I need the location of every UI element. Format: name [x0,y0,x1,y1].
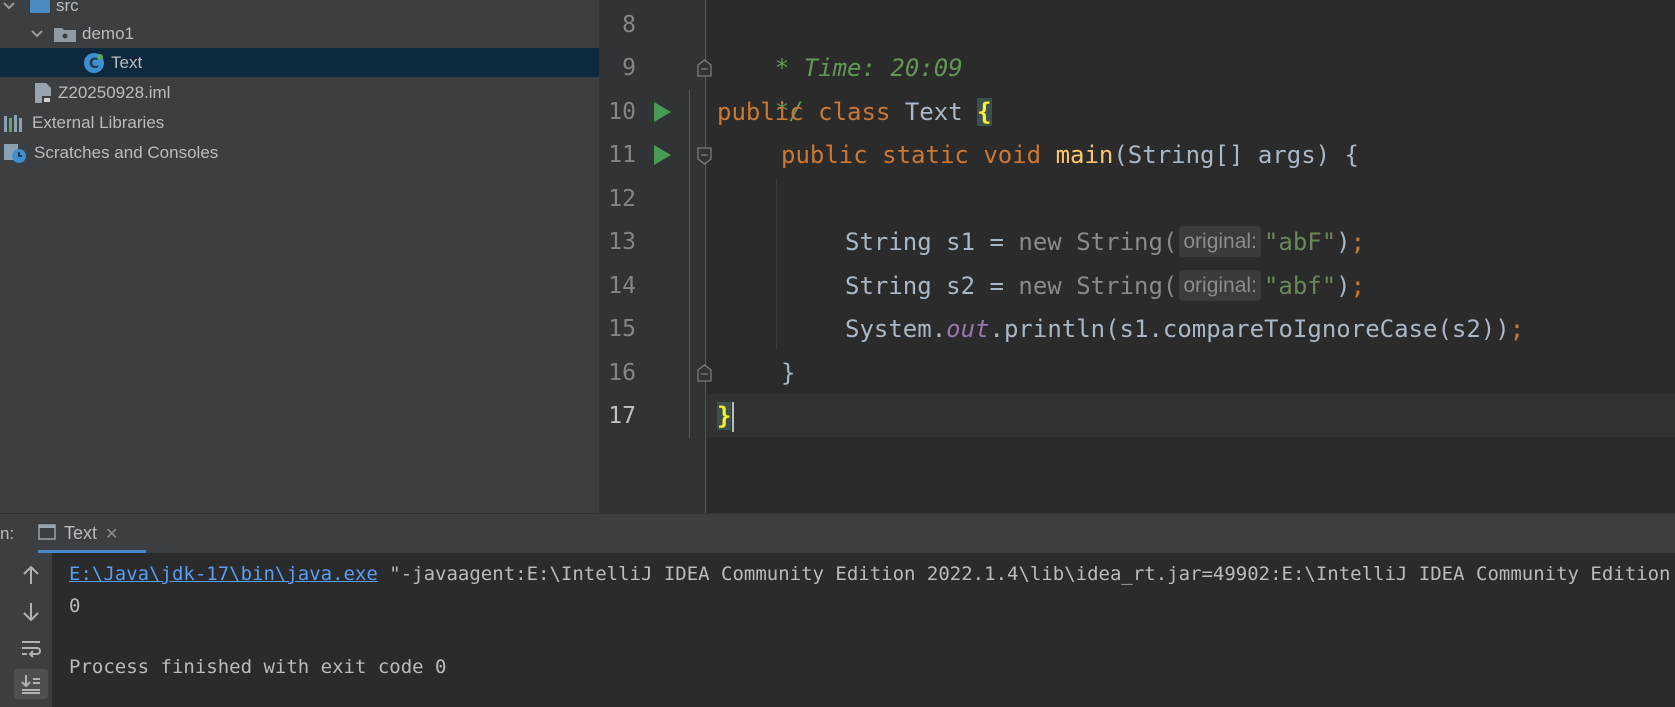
code-line-8: * Time: 20:09 [774,54,963,82]
code-line-10: public class Text { [717,98,992,126]
console-icon [38,523,56,544]
tree-item-external-libraries[interactable]: External Libraries [0,108,599,137]
project-panel: src demo1 C Text Z20250928.iml External … [0,0,599,513]
code-line-9: */ [774,97,804,125]
console-output[interactable]: E:\Java\jdk-17\bin\java.exe "-javaagent:… [52,553,1675,707]
tree-item-scratches[interactable]: Scratches and Consoles [0,138,599,167]
line-number: 13 [608,229,636,255]
close-icon[interactable]: ✕ [105,524,118,543]
scroll-to-end-icon[interactable] [14,669,48,699]
java-class-icon: C [83,52,105,74]
code-line-11: public static void main(String[] args) { [781,141,1359,169]
parameter-hint: original: [1179,269,1261,301]
line-number: 15 [608,316,636,342]
line-number: 14 [608,273,636,299]
line-number: 9 [622,55,636,81]
code-line-16: } [781,359,796,387]
tree-item-label: External Libraries [32,112,165,132]
code-line-13: String s1 = new String(original: "abF"); [845,221,1365,264]
tree-item-text-class[interactable]: C Text [0,48,599,77]
arrow-down-icon[interactable] [14,597,48,627]
code-line-15: System.out.println(s1.compareToIgnoreCas… [845,315,1525,343]
tree-item-label: Text [111,52,143,72]
tree-item-label: Z20250928.iml [58,82,171,102]
run-tool-window: n: Text ✕ E:\Java\jdk-17\bin\java.exe "-… [0,513,1675,707]
soft-wrap-icon[interactable] [14,633,48,663]
fold-end-icon[interactable] [697,364,712,382]
chevron-down-icon[interactable] [2,0,16,13]
current-line-highlight [707,394,1675,437]
java-path-link[interactable]: E:\Java\jdk-17\bin\java.exe [69,563,378,585]
arrow-up-icon[interactable] [14,560,48,590]
source-folder-icon [30,0,50,14]
console-output-line: 0 [69,595,81,617]
code-line-14: String s2 = new String(original: "abf"); [845,265,1365,308]
package-folder-icon [54,26,76,42]
matched-brace: { [977,98,992,126]
tree-item-label: src [56,0,79,15]
fold-start-icon[interactable] [697,147,712,165]
matched-brace: } [717,402,732,430]
tree-item-iml-file[interactable]: Z20250928.iml [0,78,599,107]
tree-item-label: Scratches and Consoles [34,142,219,162]
fold-end-icon[interactable] [697,59,712,77]
tree-item-label: demo1 [82,23,134,43]
fold-outline [689,90,690,438]
libraries-icon [4,114,26,132]
line-number: 16 [608,360,636,386]
tree-item-demo1[interactable]: demo1 [0,19,599,48]
run-toolbar [0,553,52,707]
parameter-hint: original: [1179,225,1261,257]
module-file-icon [34,82,52,104]
text-caret [732,402,735,432]
run-class-icon[interactable] [654,102,671,122]
run-tab-label: Text [64,523,98,543]
run-window-label: n: [0,524,15,543]
line-number: 8 [622,12,636,38]
run-header: n: Text ✕ [0,514,1675,553]
console-command-line: E:\Java\jdk-17\bin\java.exe "-javaagent:… [69,563,1671,585]
run-tab-text[interactable]: Text ✕ [38,514,146,553]
line-number: 12 [608,186,636,212]
code-line-17: } [717,395,735,438]
code-editor[interactable]: 8 9 10 11 12 13 14 15 16 17 * Time: 20:0… [599,0,1675,513]
console-exit-line: Process finished with exit code 0 [69,656,447,678]
line-number: 10 [608,99,636,125]
run-main-icon[interactable] [654,145,671,165]
line-number: 17 [608,403,636,429]
tree-item-src[interactable]: src [0,0,599,20]
chevron-down-icon[interactable] [30,27,44,41]
line-number: 11 [608,142,636,168]
scratches-icon [4,142,28,164]
